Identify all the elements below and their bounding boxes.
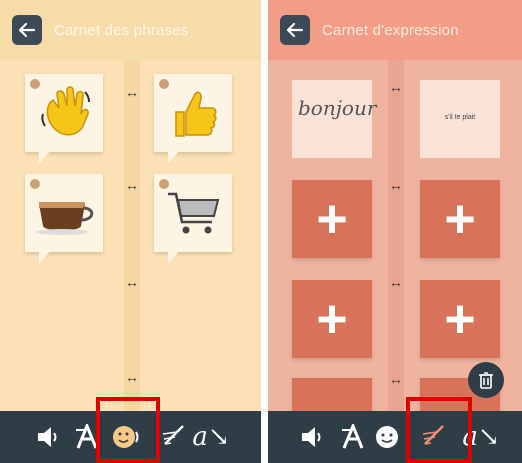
expression-book-screen: Carnet d'expression bonjour s'il te plai… xyxy=(268,0,522,463)
back-button[interactable] xyxy=(12,15,42,45)
phrase-card-hello[interactable] xyxy=(25,74,103,164)
add-card-button[interactable]: + xyxy=(420,280,500,358)
ring-icon: ↔ xyxy=(125,177,139,193)
ring-icon: ↔ xyxy=(389,274,403,290)
handwriting-text: bonjour xyxy=(298,96,377,120)
highlight-box xyxy=(96,397,160,463)
phrase-card-coffee[interactable] xyxy=(25,174,103,264)
card-tail xyxy=(39,150,51,164)
shopping-cart-icon xyxy=(168,192,220,234)
bottom-toolbar: a↘ xyxy=(268,411,522,463)
back-button[interactable] xyxy=(280,15,310,45)
expression-card-text[interactable]: s'il te plait xyxy=(420,80,500,158)
speaker-icon[interactable] xyxy=(298,422,328,452)
phrase-card-ok[interactable] xyxy=(154,74,232,164)
add-card-button[interactable]: + xyxy=(420,180,500,258)
card-text: s'il te plait xyxy=(444,114,476,121)
page-title: Carnet des phrases xyxy=(54,21,189,39)
ring-icon: ↔ xyxy=(389,177,403,193)
cursive-a-icon[interactable]: a↘ xyxy=(192,422,229,452)
card-tail xyxy=(168,150,180,164)
card-dot xyxy=(30,179,40,189)
ring-icon: ↔ xyxy=(125,274,139,290)
speaker-icon[interactable] xyxy=(34,422,64,452)
ring-icon: ↔ xyxy=(125,369,139,385)
ring-icon: ↔ xyxy=(389,79,403,95)
plus-icon: + xyxy=(316,189,348,249)
phrase-book-screen: Carnet des phrases ↔ ↔ ↔ ↔ a↘ xyxy=(0,0,261,463)
card-tail xyxy=(168,250,180,264)
card-dot xyxy=(159,79,169,89)
card-dot xyxy=(159,179,169,189)
highlight-box xyxy=(406,397,472,463)
pen-icon[interactable] xyxy=(160,422,190,452)
ring-icon: ↔ xyxy=(389,371,403,387)
delete-button[interactable] xyxy=(468,362,504,398)
header: Carnet des phrases xyxy=(0,0,261,60)
expression-card-handwriting[interactable]: bonjour xyxy=(292,80,376,158)
plus-icon: + xyxy=(316,289,348,349)
coffee-cup-icon xyxy=(36,202,94,235)
ring-icon: ↔ xyxy=(125,84,139,100)
add-card-button[interactable] xyxy=(292,378,372,412)
book-spine xyxy=(388,60,404,411)
add-card-button[interactable]: + xyxy=(292,180,372,258)
add-card-button[interactable]: + xyxy=(292,280,372,358)
back-arrow-icon xyxy=(18,22,36,38)
plus-icon: + xyxy=(444,189,476,249)
card-tail xyxy=(39,250,51,264)
back-arrow-icon xyxy=(286,22,304,38)
plus-icon: + xyxy=(444,289,476,349)
book-spine xyxy=(124,60,140,411)
page-title: Carnet d'expression xyxy=(322,21,459,39)
header: Carnet d'expression xyxy=(268,0,522,60)
font-style-icon[interactable] xyxy=(338,422,368,452)
trash-icon xyxy=(479,372,493,389)
waving-hand-icon xyxy=(41,86,90,136)
emoji-icon[interactable] xyxy=(372,422,402,452)
phrase-card-shopping[interactable] xyxy=(154,174,232,264)
thumbs-up-icon xyxy=(175,91,217,137)
